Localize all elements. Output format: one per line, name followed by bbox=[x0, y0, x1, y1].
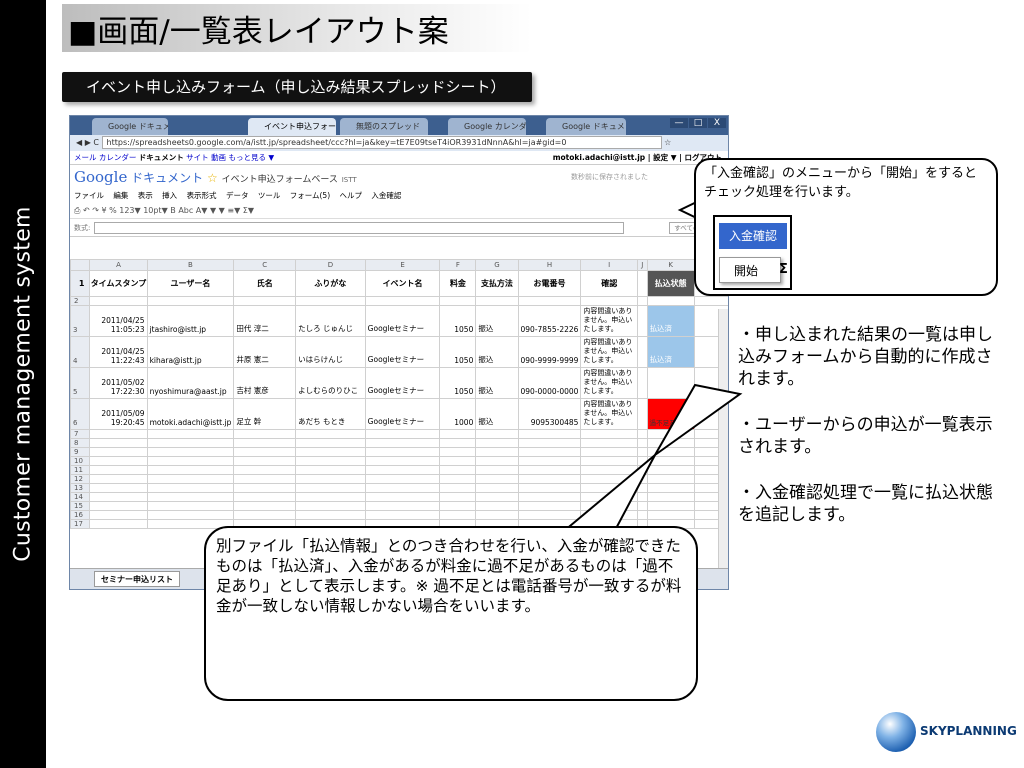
bullet-item: ・入金確認処理で一覧に払込状態を追記します。 bbox=[738, 483, 993, 525]
bullet-item: ・ユーザーからの申込が一覧表示されます。 bbox=[738, 415, 993, 457]
bullet-list: ・申し込まれた結果の一覧は申し込みフォームから自動的に作成されます。 ・ユーザー… bbox=[738, 324, 1008, 550]
bullet-item: ・申し込まれた結果の一覧は申し込みフォームから自動的に作成されます。 bbox=[738, 325, 993, 389]
explanation-callout-text: 別ファイル「払込情報」とのつき合わせを行い、入金が確認できたものは「払込済」、入… bbox=[216, 537, 682, 615]
explanation-callout: 別ファイル「払込情報」とのつき合わせを行い、入金が確認できたものは「払込済」、入… bbox=[204, 526, 698, 701]
globe-icon bbox=[876, 712, 916, 752]
bottom-callout-tail bbox=[555, 454, 656, 537]
company-name: SKYPLANNING bbox=[920, 724, 1017, 738]
company-logo: SKYPLANNING bbox=[872, 708, 1022, 758]
